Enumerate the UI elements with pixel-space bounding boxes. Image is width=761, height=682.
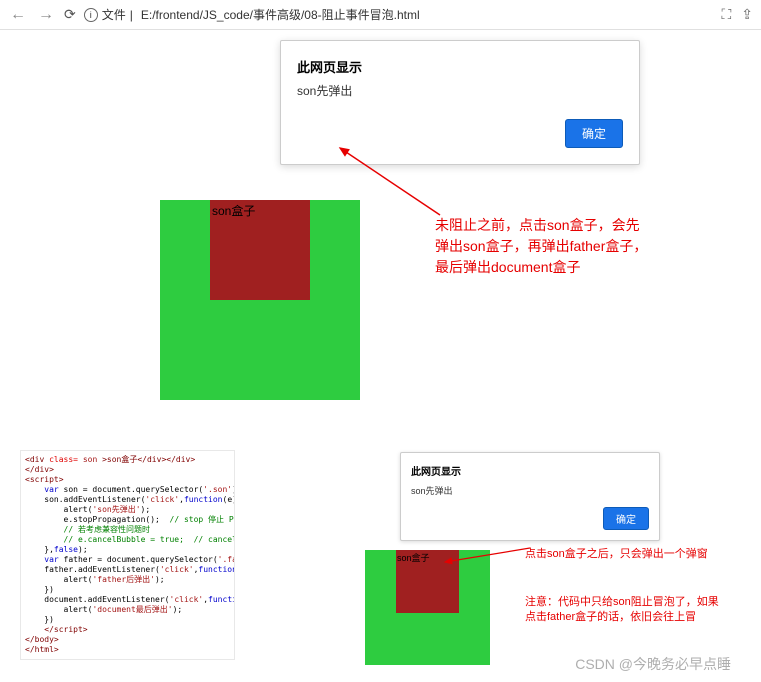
share-icon[interactable]: ⇪ <box>741 6 753 23</box>
arrow-annotation-1 <box>330 140 450 230</box>
alert-dialog-small: 此网页显示 son先弹出 确定 <box>400 452 660 541</box>
code-editor: <div class= son >son盒子</div></div> </div… <box>20 450 235 660</box>
dialog-title: 此网页显示 <box>297 57 623 76</box>
toolbar-right: ⛶ ⇪ <box>721 6 753 23</box>
ok-button[interactable]: 确定 <box>565 119 623 148</box>
dialog-message: son先弹出 <box>411 484 649 497</box>
annotation-1: 未阻止之前，点击son盒子，会先 弹出son盒子，再弹出father盒子， 最后… <box>435 215 647 278</box>
watermark: CSDN @今晚务必早点睡 <box>575 654 731 674</box>
annotation-3: 注意：代码中只给son阻止冒泡了，如果 点击father盒子的话，依旧会往上冒 <box>525 595 719 626</box>
url-prefix: i 文件 | <box>84 6 133 23</box>
info-icon: i <box>84 8 98 22</box>
reload-icon[interactable]: ⟳ <box>64 6 76 23</box>
dialog-title: 此网页显示 <box>411 463 649 478</box>
translate-icon[interactable]: ⛶ <box>721 6 731 23</box>
back-icon[interactable]: ← <box>8 6 28 24</box>
father-box[interactable]: son盒子 <box>160 200 360 400</box>
dialog-message: son先弹出 <box>297 82 623 99</box>
url-text: E:/frontend/JS_code/事件高级/08-阻止事件冒泡.html <box>141 6 420 23</box>
annotation-2: 点击son盒子之后，只会弹出一个弹窗 <box>525 545 708 561</box>
file-label: 文件 <box>102 6 126 23</box>
forward-icon[interactable]: → <box>36 6 56 24</box>
son-box[interactable]: son盒子 <box>210 200 310 300</box>
browser-toolbar: ← → ⟳ i 文件 | E:/frontend/JS_code/事件高级/08… <box>0 0 761 30</box>
demo-area-1: son盒子 <box>160 200 360 400</box>
ok-button[interactable]: 确定 <box>603 507 649 530</box>
